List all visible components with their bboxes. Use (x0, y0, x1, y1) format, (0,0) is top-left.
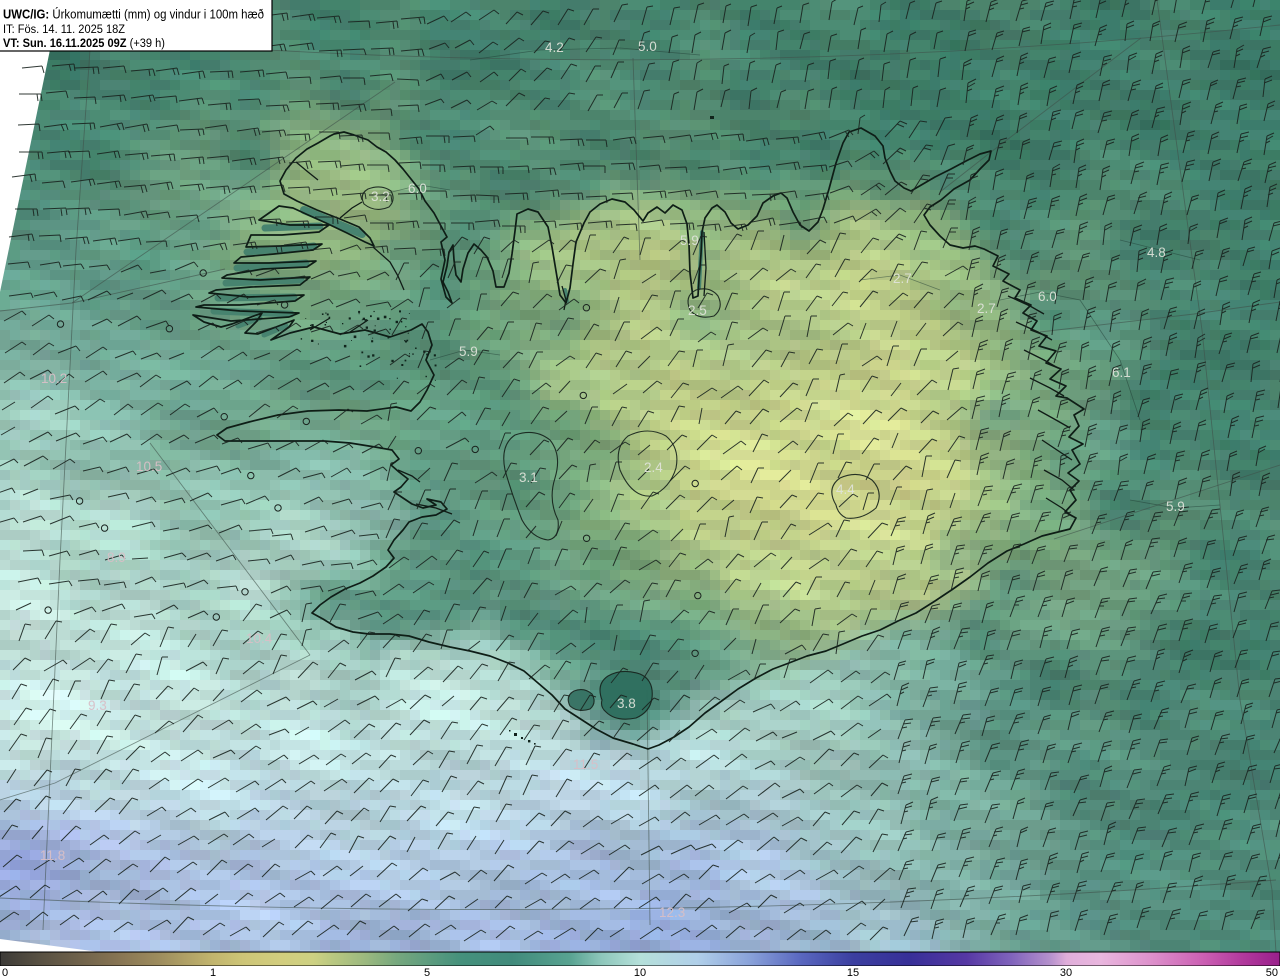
svg-text:11.8: 11.8 (40, 848, 65, 863)
svg-text:2.7: 2.7 (893, 271, 912, 286)
svg-text:9.3: 9.3 (88, 698, 107, 713)
svg-text:1: 1 (210, 967, 216, 978)
svg-text:10.4: 10.4 (246, 631, 273, 646)
svg-text:4.2: 4.2 (545, 40, 564, 55)
svg-text:2.7: 2.7 (977, 301, 996, 316)
svg-text:3.2: 3.2 (371, 189, 390, 204)
svg-text:6.0: 6.0 (1038, 289, 1057, 304)
svg-text:6.1: 6.1 (1112, 365, 1131, 380)
svg-text:10.5: 10.5 (136, 459, 162, 474)
svg-text:30: 30 (1060, 967, 1072, 978)
svg-text:5.0: 5.0 (638, 39, 657, 54)
svg-text:5.9: 5.9 (680, 233, 699, 248)
svg-text:15: 15 (847, 967, 859, 978)
svg-text:3.1: 3.1 (519, 470, 538, 485)
svg-text:11.5: 11.5 (573, 757, 598, 772)
svg-text:8.9: 8.9 (107, 550, 126, 565)
svg-text:5.9: 5.9 (1166, 499, 1185, 514)
svg-text:4.8: 4.8 (1147, 245, 1166, 260)
svg-text:6.0: 6.0 (408, 181, 427, 196)
svg-text:0: 0 (2, 967, 8, 978)
svg-text:12.3: 12.3 (659, 905, 685, 920)
svg-text:4.4: 4.4 (836, 482, 855, 497)
svg-text:3.8: 3.8 (617, 696, 636, 711)
svg-text:5.9: 5.9 (459, 344, 478, 359)
svg-text:10.2: 10.2 (41, 371, 67, 386)
svg-text:5: 5 (424, 967, 430, 978)
svg-text:UWC/IG: Úrkomumætti (mm) og vi: UWC/IG: Úrkomumætti (mm) og vindur i 100… (3, 7, 264, 22)
svg-text:2.4: 2.4 (644, 460, 663, 475)
svg-text:VT: Sun. 16.11.2025 09Z (+39 h: VT: Sun. 16.11.2025 09Z (+39 h) (3, 36, 165, 50)
svg-text:50: 50 (1266, 967, 1278, 978)
svg-text:IT: Fös. 14. 11. 2025 18Z: IT: Fös. 14. 11. 2025 18Z (3, 22, 125, 36)
svg-text:2.5: 2.5 (688, 303, 707, 318)
svg-text:10: 10 (634, 967, 646, 978)
